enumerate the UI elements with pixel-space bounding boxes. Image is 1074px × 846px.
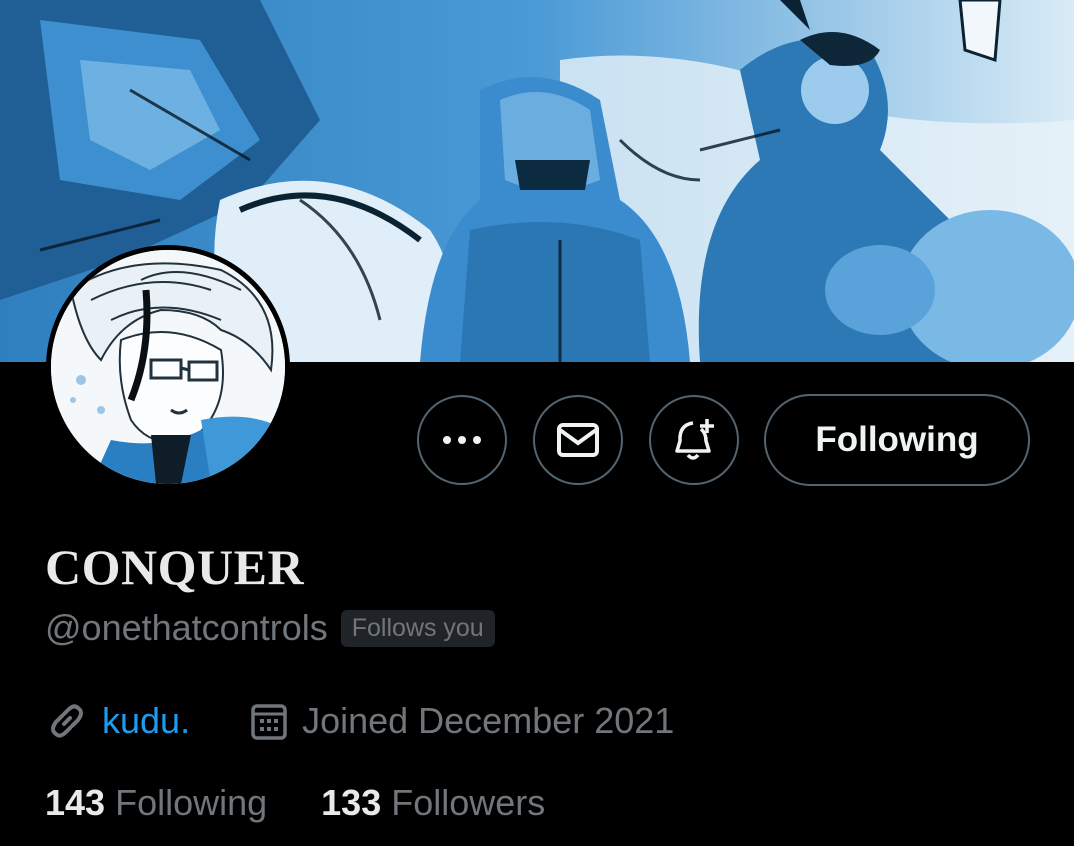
envelope-icon — [557, 423, 599, 457]
following-label: Following — [115, 782, 268, 823]
joined-text: Joined December 2021 — [302, 700, 675, 741]
following-count: 143 — [45, 782, 106, 823]
joined-date: Joined December 2021 — [250, 700, 674, 742]
user-handle: @onethatcontrols — [45, 607, 328, 648]
bell-plus-icon — [675, 419, 714, 460]
display-name: CONQUER — [45, 539, 305, 595]
profile-actions: Following — [417, 393, 1030, 487]
follow-stats: 143 Following 133 Followers — [45, 782, 545, 824]
followers-stat[interactable]: 133 Followers — [321, 782, 545, 824]
followers-count: 133 — [321, 782, 382, 823]
calendar-icon — [251, 704, 287, 740]
avatar-image — [51, 250, 285, 484]
more-icon — [443, 436, 481, 444]
following-stat[interactable]: 143 Following — [45, 782, 267, 824]
follows-you-badge: Follows you — [340, 609, 495, 647]
message-button[interactable] — [533, 395, 623, 485]
followers-label: Followers — [391, 782, 546, 823]
profile-avatar[interactable] — [46, 245, 290, 489]
profile-link-text[interactable]: kudu. — [102, 700, 190, 742]
link-icon — [51, 704, 83, 738]
notify-button[interactable] — [649, 395, 739, 485]
profile-link[interactable]: kudu. — [46, 700, 190, 742]
profile-meta: kudu. Joined December 2021 — [46, 700, 674, 742]
following-button[interactable]: Following — [764, 394, 1030, 486]
more-button[interactable] — [417, 395, 507, 485]
handle-row: @onethatcontrols Follows you — [45, 607, 495, 649]
